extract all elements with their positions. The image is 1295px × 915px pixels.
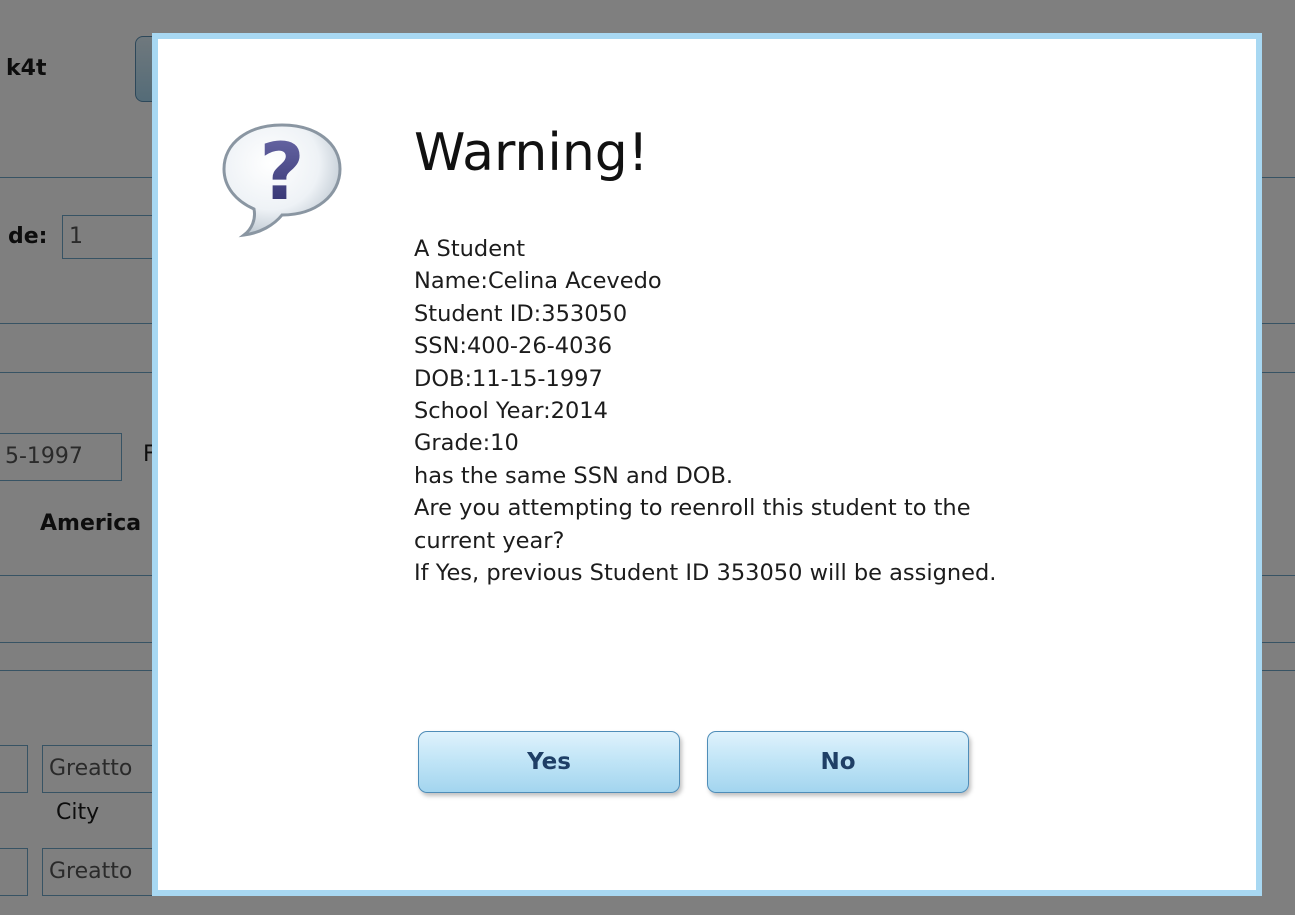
svg-text:?: ? [259,128,304,218]
message-line: Student ID:353050 [414,300,628,327]
question-mark-icon: ? [222,123,342,238]
message-line: SSN:400-26-4036 [414,333,613,360]
message-line: A Student [414,236,526,262]
message-line: Grade:10 [414,430,519,457]
message-line: current year? [414,527,565,554]
message-line: DOB:11-15-1997 [414,365,603,392]
dialog-message: A Student Name:Celina Acevedo Student ID… [414,233,1174,589]
message-line: School Year:2014 [414,398,608,425]
yes-button[interactable]: Yes [418,731,680,793]
dialog-title: Warning! [414,123,649,183]
message-line: has the same SSN and DOB. [414,462,734,489]
message-line: If Yes, previous Student ID 353050 will … [414,560,997,587]
message-line: Name:Celina Acevedo [414,268,662,295]
message-line: Are you attempting to reenroll this stud… [414,495,971,522]
warning-dialog: ? Warning! A Student Name:Celina Acevedo… [152,33,1262,896]
no-button[interactable]: No [707,731,969,793]
